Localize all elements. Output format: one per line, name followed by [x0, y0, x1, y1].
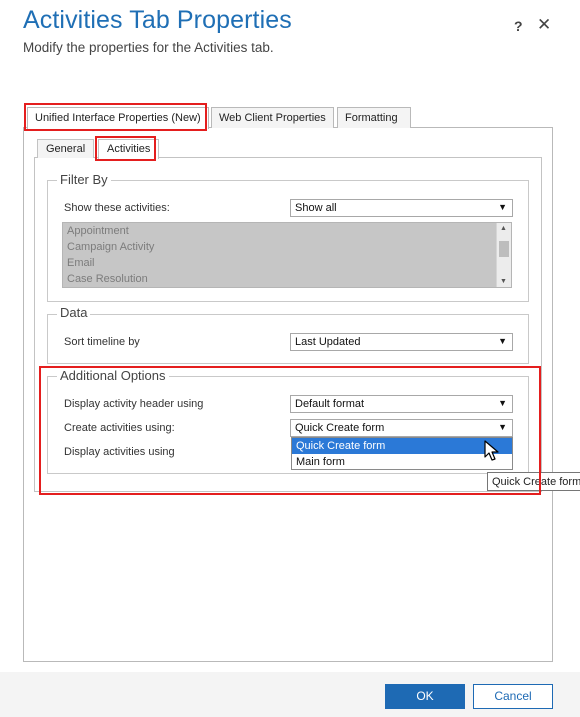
- dropdown-arrow-icon: ▼: [498, 336, 507, 346]
- dropdown-arrow-icon: ▼: [498, 398, 507, 408]
- display-activities-label: Display activities using: [64, 446, 175, 458]
- create-activities-label: Create activities using:: [64, 422, 175, 434]
- tab-formatting[interactable]: Formatting: [337, 107, 411, 128]
- create-activities-value: Quick Create form: [295, 422, 385, 434]
- data-legend: Data: [57, 305, 91, 320]
- scroll-up-icon[interactable]: ▲: [500, 225, 507, 232]
- tab-activities[interactable]: Activities: [98, 139, 160, 159]
- activity-header-label: Display activity header using: [64, 398, 204, 410]
- tab-general[interactable]: General: [37, 139, 95, 158]
- option-main-form[interactable]: Main form: [292, 454, 512, 470]
- scroll-down-icon[interactable]: ▼: [500, 278, 507, 285]
- create-activities-select[interactable]: Quick Create form ▼: [290, 419, 513, 437]
- list-item[interactable]: Campaign Activity: [63, 239, 511, 255]
- ok-button[interactable]: OK: [385, 684, 465, 709]
- option-tooltip: Quick Create form: [487, 472, 580, 491]
- mouse-pointer-icon: [484, 440, 499, 461]
- cancel-button[interactable]: Cancel: [473, 684, 553, 709]
- tab-unified-interface-properties[interactable]: Unified Interface Properties (New): [27, 107, 209, 129]
- activity-header-value: Default format: [295, 398, 365, 410]
- dialog-title: Activities Tab Properties: [23, 6, 292, 34]
- help-icon[interactable]: ?: [514, 18, 523, 34]
- sort-timeline-select[interactable]: Last Updated ▼: [290, 333, 513, 351]
- scrollbar-thumb[interactable]: [499, 241, 509, 257]
- show-activities-label: Show these activities:: [64, 202, 170, 214]
- activity-header-select[interactable]: Default format ▼: [290, 395, 513, 413]
- sort-timeline-value: Last Updated: [295, 336, 361, 348]
- option-quick-create-form[interactable]: Quick Create form: [292, 438, 512, 454]
- show-activities-select[interactable]: Show all ▼: [290, 199, 513, 217]
- list-item[interactable]: Case Resolution: [63, 271, 511, 287]
- dialog-subtitle: Modify the properties for the Activities…: [23, 40, 274, 55]
- close-icon[interactable]: ✕: [537, 15, 551, 35]
- additional-options-legend: Additional Options: [57, 368, 169, 383]
- sort-timeline-label: Sort timeline by: [64, 336, 140, 348]
- listbox-scrollbar[interactable]: ▲ ▼: [496, 223, 511, 287]
- list-item[interactable]: Email: [63, 255, 511, 271]
- dropdown-arrow-icon: ▼: [498, 202, 507, 212]
- show-activities-value: Show all: [295, 202, 337, 214]
- activities-listbox[interactable]: Appointment Campaign Activity Email Case…: [62, 222, 512, 288]
- tab-web-client-properties[interactable]: Web Client Properties: [211, 107, 334, 128]
- filter-by-legend: Filter By: [57, 172, 111, 187]
- create-activities-dropdown-list[interactable]: Quick Create form Main form: [291, 437, 513, 470]
- list-item[interactable]: Appointment: [63, 223, 511, 239]
- dropdown-arrow-icon: ▼: [498, 422, 507, 432]
